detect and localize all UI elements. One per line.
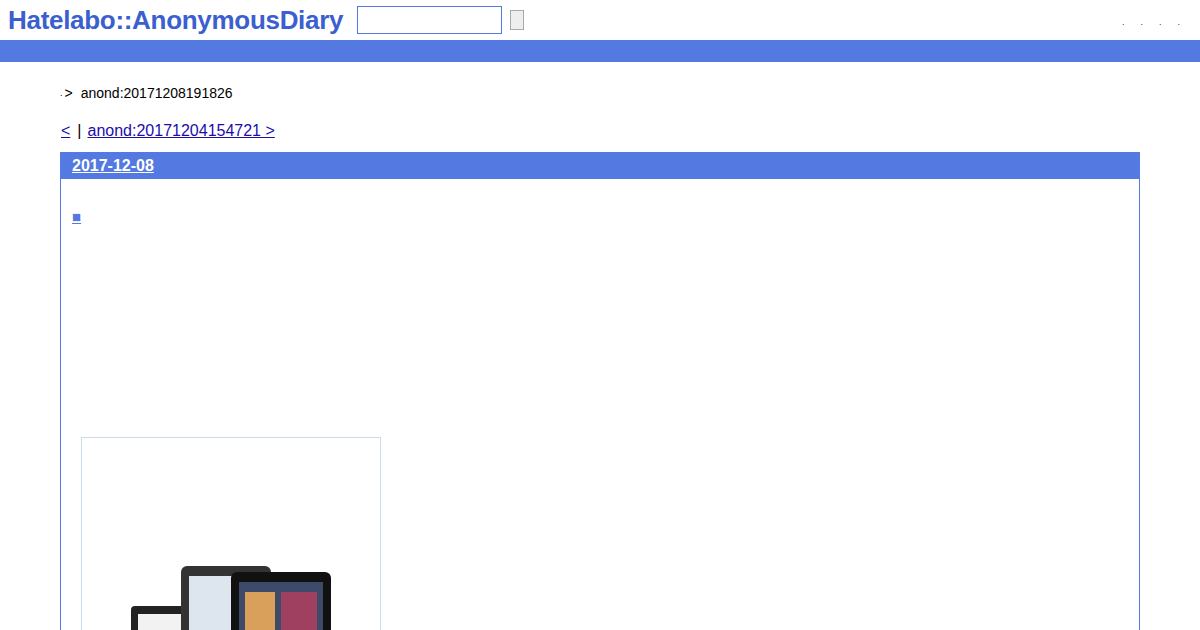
entry-marker[interactable]: ■ — [72, 208, 81, 225]
header-link[interactable]: . — [1159, 16, 1162, 30]
kindle-ad[interactable] — [81, 437, 381, 630]
header-link[interactable]: . — [1140, 16, 1143, 30]
breadcrumb-separator: > — [65, 83, 73, 104]
breadcrumb-prefix[interactable]: . — [60, 87, 63, 101]
entry-nav: < | anond:20171204154721 > — [60, 119, 1200, 143]
header-link[interactable]: . — [1122, 16, 1125, 30]
header-link[interactable]: . — [1177, 16, 1180, 30]
header-links: .... — [1122, 10, 1180, 30]
site-logo[interactable]: Hatelabo::AnonymousDiary — [8, 7, 343, 33]
entry-date-bar: 2017-12-08 — [61, 153, 1139, 179]
tablets-icon — [121, 546, 341, 630]
entry-date[interactable]: 2017-12-08 — [72, 154, 154, 178]
site-header: Hatelabo::AnonymousDiary .... — [0, 0, 1200, 40]
blue-bar — [0, 40, 1200, 62]
next-link[interactable]: anond:20171204154721 > — [88, 119, 275, 143]
entry-section: 2017-12-08 ■ — [60, 152, 1140, 630]
breadcrumb-current: anond:20171208191826 — [81, 83, 233, 104]
nav-separator: | — [77, 119, 81, 143]
search-button[interactable] — [510, 10, 524, 30]
entry-body: ■ — [61, 179, 1139, 229]
prev-link[interactable]: < — [60, 119, 71, 143]
breadcrumb: . > anond:20171208191826 — [60, 62, 1200, 104]
search-input[interactable] — [357, 6, 502, 34]
